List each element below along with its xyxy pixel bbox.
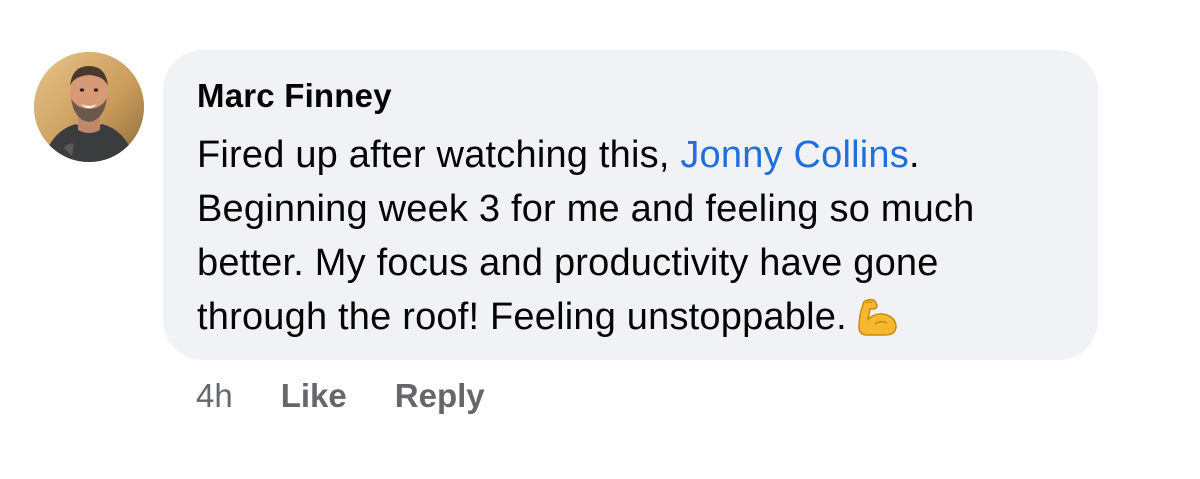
profile-photo	[34, 52, 144, 162]
mention-link[interactable]: Jonny Collins	[680, 134, 909, 176]
comment-text: Fired up after watching this, Jonny Coll…	[197, 128, 1064, 352]
comment-text-lead: Fired up after watching this,	[197, 134, 681, 176]
avatar[interactable]	[34, 52, 144, 162]
comment: Marc Finney Fired up after watching this…	[0, 0, 1200, 479]
comment-actions: 4h Like Reply	[196, 376, 485, 416]
flexed-biceps-icon	[855, 297, 899, 352]
comment-bubble: Marc Finney Fired up after watching this…	[163, 50, 1098, 360]
comment-timestamp[interactable]: 4h	[196, 376, 233, 416]
comment-author[interactable]: Marc Finney	[197, 76, 1064, 116]
reply-button[interactable]: Reply	[395, 376, 485, 416]
like-button[interactable]: Like	[281, 376, 347, 416]
